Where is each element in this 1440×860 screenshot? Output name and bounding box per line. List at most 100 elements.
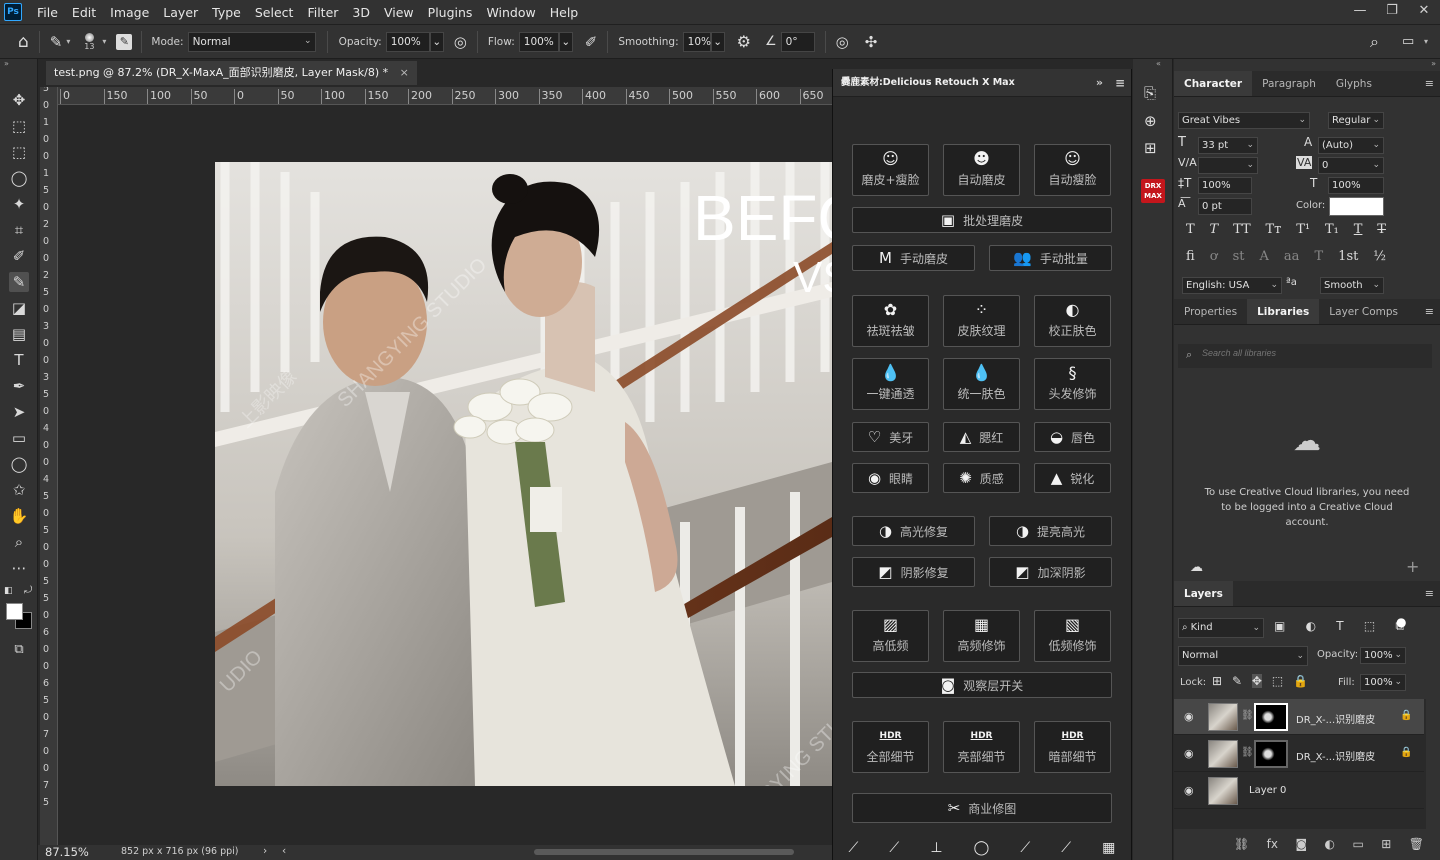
menu-3d[interactable]: 3D	[345, 5, 377, 20]
plugin-menu-icon[interactable]: ≡	[1115, 69, 1125, 97]
eyedropper-tool-icon[interactable]: ✐	[9, 246, 29, 266]
plugin-btn-grid2-4[interactable]: ✺ 质感	[943, 463, 1020, 493]
plugin-btn-freq-1[interactable]: ▦ 高频修饰	[943, 610, 1020, 662]
plugin-btn-grid1-4[interactable]: 💧 统一肤色	[943, 358, 1020, 410]
filter-toggle-icon[interactable]: ●	[1396, 615, 1406, 629]
magic-wand-tool-icon[interactable]: ✦	[9, 194, 29, 214]
canvas-area[interactable]: BEFO VS SHANGYING STUDIO 上影映像 UDIO SHANG…	[58, 105, 832, 845]
layer-fill-field[interactable]: 100% ⌄	[1360, 674, 1406, 691]
scroll-left-icon[interactable]: ‹	[282, 845, 286, 857]
menu-layer[interactable]: Layer	[156, 5, 205, 20]
link-layers-icon[interactable]: ⛓	[1234, 837, 1249, 851]
language-select[interactable]: English: USA ⌄	[1182, 277, 1282, 294]
lock-all-icon[interactable]: 🔒	[1293, 674, 1308, 688]
status-expand-icon[interactable]: ›	[263, 845, 267, 857]
mask-link-icon[interactable]: ⛓	[1241, 710, 1254, 721]
plugin-btn-grid2-3[interactable]: ◉ 眼睛	[852, 463, 929, 493]
ligatures-icon[interactable]: fi	[1186, 249, 1195, 264]
rectangle-tool-icon[interactable]: ▭	[9, 428, 29, 448]
smoothing-dropdown-icon[interactable]: ⌄	[710, 31, 725, 52]
layer-opacity-field[interactable]: 100% ⌄	[1360, 647, 1406, 664]
plugin-btn-grid1-0[interactable]: ✿ 祛斑祛皱	[852, 295, 929, 347]
search-icon[interactable]: ⌕	[1370, 32, 1379, 52]
filter-shape-icon[interactable]: ⬚	[1364, 619, 1375, 634]
marquee-tool-icon[interactable]: ⬚	[9, 142, 29, 162]
menu-select[interactable]: Select	[248, 5, 301, 20]
swap-colors-icon[interactable]: ⤾	[24, 585, 32, 596]
more-tools-icon[interactable]: ⋯	[9, 558, 29, 578]
foreground-color-swatch[interactable]	[6, 603, 23, 620]
lock-artboard-icon[interactable]: ⬚	[1272, 674, 1283, 688]
horizontal-scrollbar-thumb[interactable]	[534, 849, 794, 855]
plugin-btn-row1-0[interactable]: ☺ 磨皮+瘦脸	[852, 144, 929, 196]
plugin-btn-detail-0[interactable]: HDR 全部细节	[852, 721, 929, 773]
crop-tool-icon[interactable]: ⌗	[9, 220, 29, 240]
menu-plugins[interactable]: Plugins	[421, 5, 480, 20]
underline-icon[interactable]: T	[1354, 222, 1363, 237]
bottom-lasso-icon[interactable]: ◯	[974, 840, 990, 860]
close-tab-icon[interactable]: ×	[400, 66, 409, 79]
flow-field[interactable]: 100%	[518, 31, 559, 52]
superscript-icon[interactable]: T¹	[1296, 222, 1310, 237]
text-color-swatch[interactable]	[1329, 197, 1384, 216]
swatches-grid-icon[interactable]: ⊞	[1144, 139, 1157, 157]
plugin-btn-detail-2[interactable]: HDR 暗部细节	[1034, 721, 1111, 773]
smoothing-options-gear-icon[interactable]: ⚙	[737, 32, 751, 51]
menu-view[interactable]: View	[377, 5, 421, 20]
bottom-brush-icon[interactable]: ⟋	[849, 840, 859, 860]
plugin-btn-row1-1[interactable]: ☻ 自动磨皮	[943, 144, 1020, 196]
filter-adjustment-icon[interactable]: ◐	[1306, 619, 1316, 634]
plugin-btn-freq-2[interactable]: ▧ 低频修饰	[1034, 610, 1111, 662]
font-family-select[interactable]: Great Vibes ⌄	[1178, 112, 1310, 129]
libraries-search[interactable]: ⌕	[1178, 344, 1432, 368]
mode-select[interactable]: Normal ⌄	[187, 31, 316, 52]
opacity-dropdown-icon[interactable]: ⌄	[429, 31, 444, 52]
layers-panel-menu-icon[interactable]: ≡	[1425, 587, 1434, 600]
default-colors-icon[interactable]: ◧	[4, 586, 13, 596]
zoom-level[interactable]: 87.15%	[45, 845, 89, 859]
plugin-btn-grid1-1[interactable]: ⁘ 皮肤纹理	[943, 295, 1020, 347]
tab-libraries[interactable]: Libraries	[1247, 299, 1320, 324]
leading-field[interactable]: (Auto) ⌄	[1318, 137, 1384, 154]
bottom-stamp-icon[interactable]: ⊥	[930, 840, 942, 860]
adjustments-icon[interactable]: ⊕	[1144, 112, 1157, 130]
tab-properties[interactable]: Properties	[1174, 299, 1247, 324]
layer-filter-kind-select[interactable]: ⌕ Kind ⌄	[1178, 618, 1264, 638]
contextual-alt-icon[interactable]: T	[1314, 249, 1323, 264]
zoom-tool-icon[interactable]: ⌕	[9, 532, 29, 552]
artboard-tool-icon[interactable]: ⬚	[9, 116, 29, 136]
library-search-input[interactable]	[1202, 348, 1402, 358]
document-tab[interactable]: test.png @ 87.2% (DR_X-MaxA_面部识别磨皮, Laye…	[46, 61, 417, 85]
layer-mask-thumbnail[interactable]	[1254, 703, 1288, 731]
document-image[interactable]: BEFO VS SHANGYING STUDIO 上影映像 UDIO SHANG…	[215, 162, 832, 786]
ordinals-icon[interactable]: 1st	[1338, 249, 1358, 264]
blend-mode-select[interactable]: Normal ⌄	[1178, 646, 1308, 666]
close-window-icon[interactable]: ✕	[1408, 0, 1440, 24]
menu-type[interactable]: Type	[205, 5, 248, 20]
layer-visibility-eye-icon[interactable]: ◉	[1184, 784, 1194, 797]
plugin-btn-light-3[interactable]: ◩ 加深阴影	[989, 557, 1112, 587]
menu-window[interactable]: Window	[479, 5, 542, 20]
cloud-sync-icon[interactable]: ☁	[1190, 560, 1203, 575]
symmetry-icon[interactable]: ✣	[865, 33, 878, 51]
workspace-icon[interactable]: ▭	[1402, 34, 1414, 49]
faux-bold-icon[interactable]: T	[1186, 222, 1195, 237]
plugin-btn-manual-0[interactable]: M 手动磨皮	[852, 245, 975, 271]
layer-mask-thumbnail[interactable]	[1254, 740, 1288, 768]
new-layer-icon[interactable]: ⊞	[1381, 837, 1391, 851]
strikethrough-icon[interactable]: T	[1377, 222, 1386, 237]
hand-tool-icon[interactable]: ✋	[9, 506, 29, 526]
layer-visibility-eye-icon[interactable]: ◉	[1184, 710, 1194, 723]
layer-visibility-eye-icon[interactable]: ◉	[1184, 747, 1194, 760]
lock-pixels-icon[interactable]: ✎	[1232, 674, 1242, 688]
brush-tool-icon[interactable]: ✎	[50, 33, 63, 51]
pressure-opacity-icon[interactable]: ◎	[454, 33, 467, 51]
plugin-collapse-icon[interactable]: »	[1096, 69, 1103, 97]
plugin-btn-observe[interactable]: ◙ 观察层开关	[852, 672, 1112, 698]
plugin-btn-grid1-2[interactable]: ◐ 校正肤色	[1034, 295, 1111, 347]
menu-help[interactable]: Help	[543, 5, 586, 20]
plugin-btn-grid2-2[interactable]: ◒ 唇色	[1034, 422, 1111, 452]
horizontal-scale-field[interactable]: 100%	[1328, 177, 1384, 194]
lasso-tool-icon[interactable]: ◯	[9, 168, 29, 188]
delete-layer-icon[interactable]: 🗑	[1409, 837, 1424, 851]
